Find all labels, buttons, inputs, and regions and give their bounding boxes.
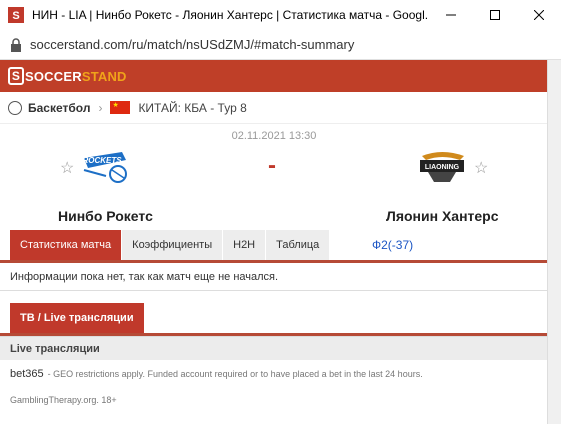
site-favicon-icon: S [8,7,24,23]
logo-text-soccer: SOCCER [25,68,82,84]
breadcrumb-sport[interactable]: Баскетбол [28,101,90,115]
tv-tabs: ТВ / Live трансляции [0,303,548,333]
live-streams-header: Live трансляции [0,336,548,360]
tab-tv-live[interactable]: ТВ / Live трансляции [10,303,144,333]
tab-match-statistics[interactable]: Статистика матча [10,230,122,260]
logo-mark: S [8,67,24,85]
match-date: 02.11.2021 13:30 [231,130,317,142]
basketball-icon [8,100,22,115]
bookmaker-name[interactable]: bet365 [10,368,44,380]
info-message: Информации пока нет, так как матч еще не… [0,263,548,291]
tab-odds[interactable]: Коэффициенты [122,230,223,260]
close-icon [534,10,544,20]
favorite-away-star-icon[interactable]: ☆ [474,158,488,178]
close-button[interactable] [517,0,561,30]
tab-h2h[interactable]: H2H [223,230,266,260]
page-content: S SOCCER STAND Баскетбол › КИТАЙ: КБА - … [0,60,548,424]
address-bar[interactable]: soccerstand.com/ru/match/nsUSdZMJ/#match… [0,30,561,60]
window-title: НИН - LIA | Нинбо Рокетс - Ляонин Хантер… [32,8,429,22]
svg-text:ROCKETS: ROCKETS [82,156,122,165]
minimize-button[interactable] [429,0,473,30]
away-team-name[interactable]: Ляонин Хантерс [386,208,499,224]
favorite-home-star-icon[interactable]: ☆ [60,158,74,178]
breadcrumb-league[interactable]: КИТАЙ: КБА - Тур 8 [138,101,246,115]
logo-text-stand: STAND [81,68,127,84]
bookmaker-note: - GEO restrictions apply. Funded account… [47,369,423,379]
gambling-therapy-note[interactable]: GamblingTherapy.org. 18+ [0,388,548,412]
browser-titlebar: S НИН - LIA | Нинбо Рокетс - Ляонин Хант… [0,0,561,30]
lock-icon [11,37,21,52]
tab-standings[interactable]: Таблица [266,230,330,260]
away-team-logo[interactable]: LIAONING [414,146,470,186]
svg-text:LIAONING: LIAONING [425,164,460,171]
vertical-scrollbar[interactable] [547,60,561,424]
score-separator: - [268,152,276,179]
svg-text:S: S [12,10,19,22]
site-logo[interactable]: S SOCCER STAND [8,67,127,85]
bookmaker-row: bet365 - GEO restrictions apply. Funded … [0,360,548,388]
home-team-logo[interactable]: ROCKETS [78,146,134,186]
site-header: S SOCCER STAND [0,60,548,92]
chevron-right-icon: › [98,100,103,115]
home-team-name[interactable]: Нинбо Рокетс [58,208,153,224]
page-viewport: S SOCCER STAND Баскетбол › КИТАЙ: КБА - … [0,60,561,424]
url-text[interactable]: soccerstand.com/ru/match/nsUSdZMJ/#match… [30,37,354,52]
china-flag-icon [110,101,131,114]
match-tabs: Статистика матча Коэффициенты H2H Таблиц… [0,230,548,260]
maximize-button[interactable] [473,0,517,30]
minimize-icon [446,14,456,16]
odds-handicap-link[interactable]: Ф2(-37) [372,238,413,252]
match-header: 02.11.2021 13:30 ☆ ROCKETS - LIAONING ☆ … [0,124,548,230]
breadcrumb: Баскетбол › КИТАЙ: КБА - Тур 8 [0,92,548,124]
maximize-icon [490,10,500,20]
